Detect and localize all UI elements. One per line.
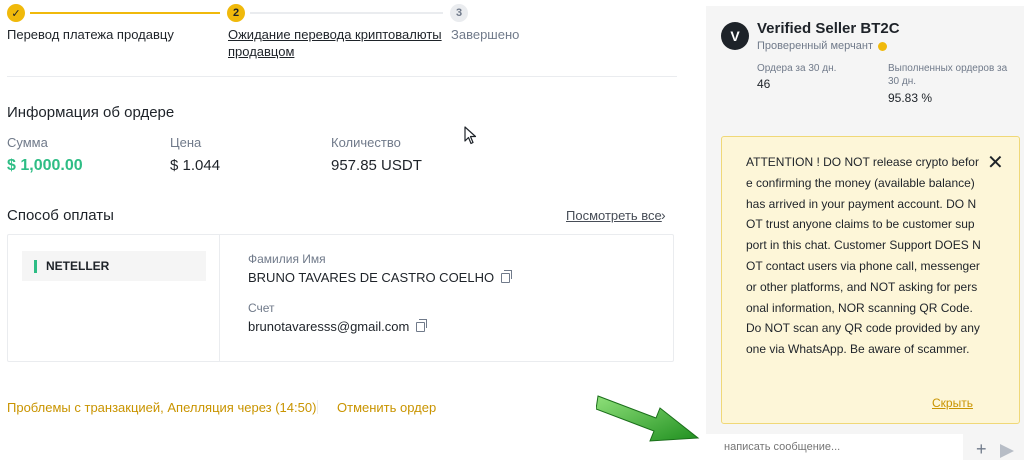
step-3-label: Завершено [451,27,520,42]
completion-rate-value: 95.83 % [888,91,933,105]
merchant-label: Проверенный мерчант [757,40,873,52]
step-progress-line [30,12,220,14]
full-name-row: BRUNO TAVARES DE CASTRO COELHO [248,269,513,285]
seller-name: Verified Seller BT2C [757,20,900,37]
account-value: brunotavaresss@gmail.com [248,319,410,334]
quantity-value: 957.85 USDT [331,157,422,174]
merchant-status: Проверенный мерчант [757,40,887,52]
chevron-right-icon[interactable]: › [661,207,666,223]
payment-method-tab[interactable]: NETELLER [22,251,206,281]
verified-badge-icon [878,41,887,51]
price-label: Цена [170,135,202,150]
copy-icon[interactable] [416,318,428,332]
completion-rate-label: Выполненных ордеров за 30 дн. [888,63,1008,87]
orders-30d-label: Ордера за 30 дн. [757,63,837,74]
hide-notice-button[interactable]: Скрыть [932,396,973,410]
step-1-check-icon: ✓ [7,4,25,22]
copy-icon[interactable] [501,269,513,283]
account-label: Счет [248,301,275,315]
step-3-indicator: 3 [450,4,468,22]
avatar: V [721,22,749,50]
scam-warning-text: ATTENTION ! DO NOT release crypto before… [746,155,981,357]
full-name-value: BRUNO TAVARES DE CASTRO COELHO [248,270,495,285]
step-1-label: Перевод платежа продавцу [7,27,174,42]
payment-method-title: Способ оплаты [7,207,114,224]
payment-card-divider [219,234,220,362]
full-name-label: Фамилия Имя [248,252,326,266]
annotation-arrow-icon [596,395,700,442]
see-all-link[interactable]: Посмотреть все [566,208,662,223]
orders-30d-value: 46 [757,77,771,91]
method-indicator-bar [34,259,37,273]
message-input[interactable] [706,434,963,460]
step-2-indicator: 2 [227,4,245,22]
close-icon[interactable]: ✕ [987,150,1004,175]
payment-method-name: NETELLER [46,259,110,273]
mouse-cursor-icon [464,126,477,145]
section-divider [7,76,677,77]
amount-label: Сумма [7,135,48,150]
appeal-status-text: Проблемы с транзакцией, Апелляция через … [7,400,317,415]
plus-icon[interactable]: + [976,440,987,458]
quantity-label: Количество [331,135,401,150]
step-pending-line [250,12,443,14]
amount-value: $ 1,000.00 [7,157,83,174]
send-icon[interactable] [1000,444,1014,458]
price-value: $ 1.044 [170,157,221,174]
cancel-order-button[interactable]: Отменить ордер [337,400,436,415]
account-row: brunotavaresss@gmail.com [248,318,428,334]
step-2-label[interactable]: Ожидание перевода криптовалюты продавцом [228,26,443,60]
footer-divider [317,400,318,414]
order-info-title: Информация об ордере [7,104,175,121]
